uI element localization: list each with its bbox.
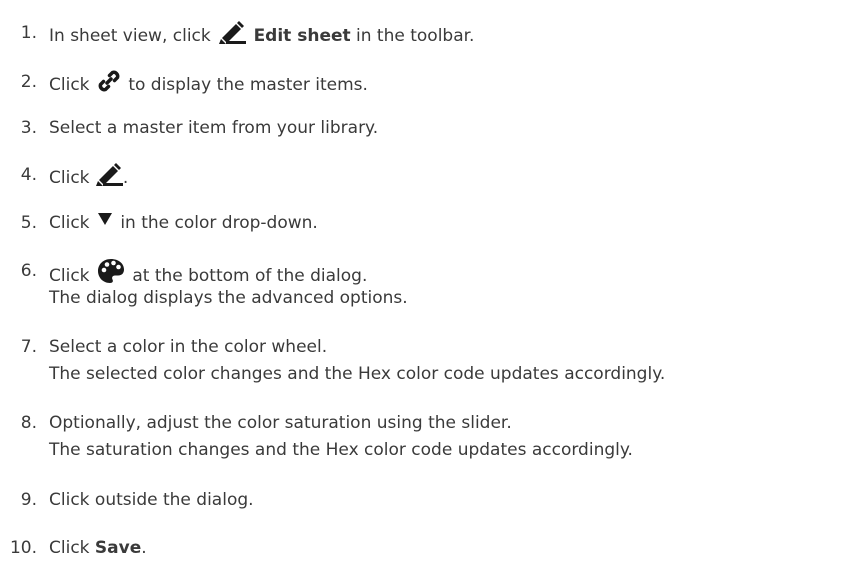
step-text: Click . bbox=[49, 162, 128, 192]
step-number: 7. bbox=[20, 337, 37, 357]
step-number: 9. bbox=[20, 490, 37, 510]
step-text: Click Save. bbox=[49, 538, 147, 558]
step-number: 2. bbox=[20, 72, 37, 92]
step-number: 6. bbox=[20, 261, 37, 281]
step-text: In sheet view, click Edit sheet in the t… bbox=[49, 20, 474, 50]
step-text: Click in the color drop-down. bbox=[49, 212, 318, 233]
step-result: The saturation changes and the Hex color… bbox=[49, 440, 633, 460]
step-number: 3. bbox=[20, 118, 37, 138]
step-number: 4. bbox=[20, 165, 37, 185]
step-number: 10. bbox=[9, 538, 37, 558]
instruction-list: 1. In sheet view, click Edit sheet in th… bbox=[0, 0, 854, 580]
step-number: 8. bbox=[20, 413, 37, 433]
step-text: Select a master item from your library. bbox=[49, 118, 379, 138]
step-result: The selected color changes and the Hex c… bbox=[49, 364, 666, 384]
triangle-down-icon bbox=[97, 212, 113, 226]
link-icon bbox=[97, 69, 121, 93]
pencil-icon bbox=[95, 162, 123, 186]
step-number: 5. bbox=[20, 213, 37, 233]
palette-icon bbox=[97, 258, 125, 284]
pencil-icon bbox=[218, 20, 247, 44]
step-text: Click to display the master items. bbox=[49, 69, 368, 99]
step-text: Click outside the dialog. bbox=[49, 490, 254, 510]
step-text: Optionally, adjust the color saturation … bbox=[49, 413, 512, 433]
step-text: Select a color in the color wheel. bbox=[49, 337, 328, 357]
step-result: The dialog displays the advanced options… bbox=[49, 288, 408, 308]
step-number: 1. bbox=[20, 23, 37, 43]
